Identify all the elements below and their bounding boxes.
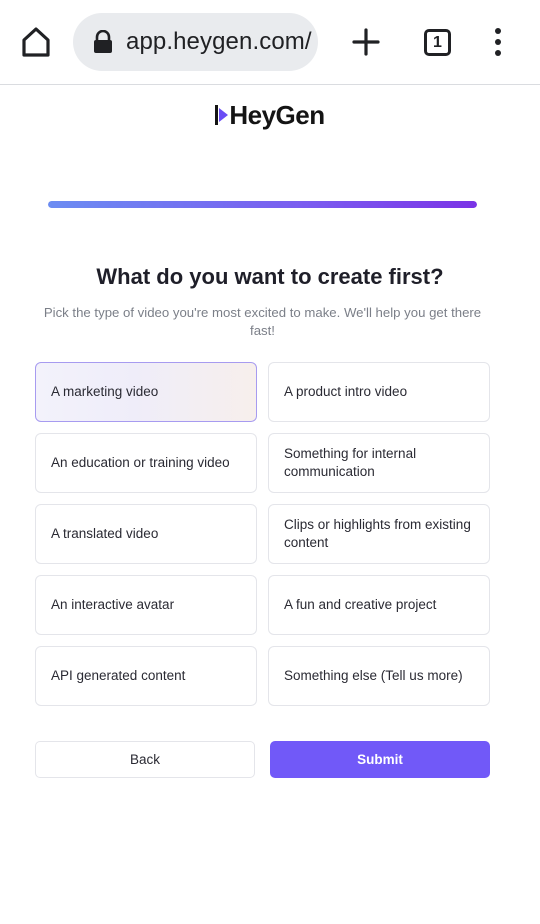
home-icon[interactable] xyxy=(18,24,54,60)
page-title: What do you want to create first? xyxy=(96,264,444,289)
logo-play-icon xyxy=(215,102,229,133)
back-button[interactable]: Back xyxy=(35,741,255,778)
url-text: app.heygen.com/ xyxy=(126,28,312,55)
progress-fill xyxy=(48,201,477,208)
option-product-intro-video[interactable]: A product intro video xyxy=(268,362,490,422)
more-menu-icon[interactable] xyxy=(486,26,510,58)
option-marketing-video[interactable]: A marketing video xyxy=(35,362,257,422)
logo-text: HeyGen xyxy=(229,100,325,130)
tab-switcher-button[interactable]: 1 xyxy=(422,27,454,59)
option-translated-video[interactable]: A translated video xyxy=(35,504,257,564)
tab-count: 1 xyxy=(424,29,451,56)
browser-toolbar: app.heygen.com/ 1 xyxy=(0,0,540,85)
page-subtitle: Pick the type of video you're most excit… xyxy=(43,305,482,338)
new-tab-icon[interactable] xyxy=(350,26,382,58)
submit-button[interactable]: Submit xyxy=(270,741,490,778)
option-clips-highlights[interactable]: Clips or highlights from existing conten… xyxy=(268,504,490,564)
lock-icon xyxy=(92,29,114,54)
video-type-options: A marketing video A product intro video … xyxy=(35,362,490,706)
option-fun-creative-project[interactable]: A fun and creative project xyxy=(268,575,490,635)
option-interactive-avatar[interactable]: An interactive avatar xyxy=(35,575,257,635)
option-education-training-video[interactable]: An education or training video xyxy=(35,433,257,493)
onboarding-progress-bar xyxy=(48,201,477,208)
option-something-else[interactable]: Something else (Tell us more) xyxy=(268,646,490,706)
option-api-generated-content[interactable]: API generated content xyxy=(35,646,257,706)
address-bar[interactable]: app.heygen.com/ xyxy=(73,13,318,71)
heygen-logo: HeyGen xyxy=(0,100,540,133)
option-internal-communication[interactable]: Something for internal communication xyxy=(268,433,490,493)
